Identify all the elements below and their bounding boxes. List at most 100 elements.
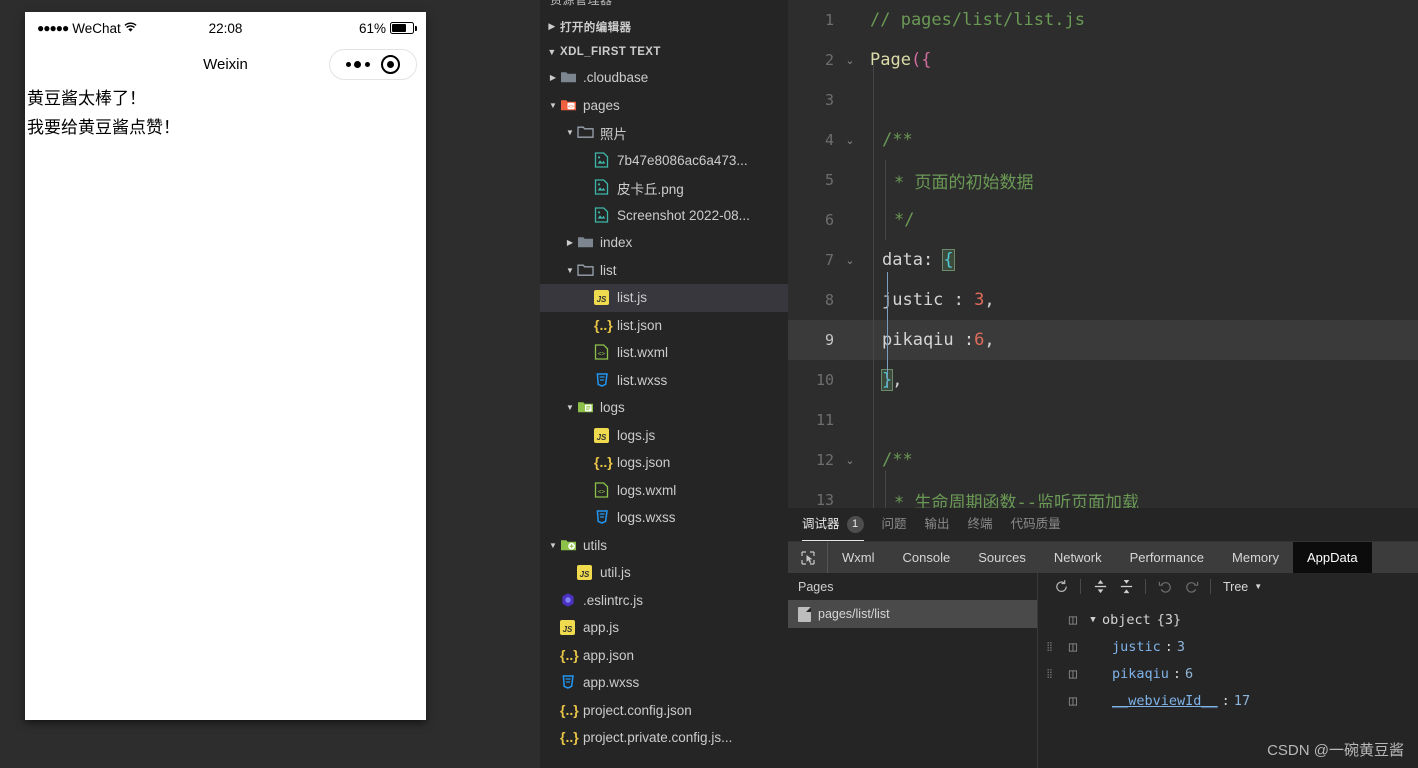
code-line[interactable]: 1 // pages/list/list.js xyxy=(788,0,1418,40)
file-tree-row[interactable]: {..} list.json xyxy=(540,312,788,340)
project-root-section[interactable]: ▼ XDL_FIRST TEXT xyxy=(540,39,788,64)
js-file-glyph: JS xyxy=(594,290,609,306)
file-tree-row[interactable]: ▼ logs xyxy=(540,394,788,422)
file-tree-row[interactable]: ▼ <> pages xyxy=(540,92,788,120)
fold-chevron-icon[interactable]: ⌄ xyxy=(840,54,860,67)
file-tree-row[interactable]: ▶ index xyxy=(540,229,788,257)
chevron-right-icon[interactable]: ▶ xyxy=(546,73,560,82)
cursor-select-icon[interactable] xyxy=(788,542,828,573)
code-line[interactable]: 13 * 生命周期函数--监听页面加载 xyxy=(788,480,1418,508)
appdata-root-row[interactable]: ◫ ▼ object {3} xyxy=(1038,606,1418,633)
devtools-tab[interactable]: Performance xyxy=(1116,542,1218,573)
chevron-down-icon[interactable]: ▼ xyxy=(546,541,560,550)
code-line[interactable]: 12 ⌄ /** xyxy=(788,440,1418,480)
file-tree-row[interactable]: ▼ utils xyxy=(540,532,788,560)
appdata-row[interactable]: ◫ __webviewId__:17 xyxy=(1038,687,1418,714)
file-tree-row[interactable]: {..} project.private.config.js... xyxy=(540,724,788,752)
file-tree-row[interactable]: ▼ 照片 xyxy=(540,119,788,147)
file-tree-row[interactable]: 皮卡丘.png xyxy=(540,174,788,202)
file-tree-row-label: list.js xyxy=(617,290,647,306)
panel-tab[interactable]: 问题 xyxy=(882,508,907,541)
code-line[interactable]: 11 xyxy=(788,400,1418,440)
file-tree-row[interactable]: app.wxss xyxy=(540,669,788,697)
panel-tab-label: 代码质量 xyxy=(1010,517,1061,531)
chevron-down-icon[interactable]: ▼ xyxy=(1084,615,1102,625)
file-tree-row[interactable]: 7b47e8086ac6a473... xyxy=(540,147,788,175)
line-number: 7 xyxy=(824,251,834,269)
undo-icon[interactable] xyxy=(1152,575,1178,599)
file-tree-row-label: list xyxy=(600,262,617,278)
file-tree-row[interactable]: {..} app.json xyxy=(540,642,788,670)
code-line[interactable]: 4 ⌄ /** xyxy=(788,120,1418,160)
redo-icon[interactable] xyxy=(1178,575,1204,599)
chevron-right-icon[interactable]: ▶ xyxy=(563,238,577,247)
fold-chevron-icon[interactable]: ⌄ xyxy=(840,134,860,147)
code-editor[interactable]: 1// pages/list/list.js 2 ⌄ Page({3 4 ⌄/** 5 * 页… xyxy=(788,0,1418,508)
line-number: 1 xyxy=(824,11,834,29)
file-tree-row[interactable]: .eslintrc.js xyxy=(540,587,788,615)
file-tree-row[interactable]: {..} project.config.json xyxy=(540,697,788,725)
file-tree-row[interactable]: JS app.js xyxy=(540,614,788,642)
appdata-row[interactable]: ⣿ ◫ pikaqiu:6 xyxy=(1038,660,1418,687)
file-tree-row-label: list.wxss xyxy=(617,372,668,388)
file-tree-row[interactable]: ▼ list xyxy=(540,257,788,285)
code-line[interactable]: 2 ⌄ Page({ xyxy=(788,40,1418,80)
panel-tab[interactable]: 终端 xyxy=(968,508,993,541)
file-tree-row[interactable]: JS logs.js xyxy=(540,422,788,450)
devtools-tab[interactable]: Sources xyxy=(964,542,1040,573)
file-tree-row[interactable]: list.wxss xyxy=(540,367,788,395)
panel-tab[interactable]: 输出 xyxy=(925,508,950,541)
fold-chevron-icon[interactable]: ⌄ xyxy=(840,254,860,267)
file-tree-row[interactable]: JS list.js xyxy=(540,284,788,312)
file-tree-row[interactable]: ▶ .cloudbase xyxy=(540,64,788,92)
panel-tab-badge: 1 xyxy=(846,515,864,533)
expand-all-icon[interactable] xyxy=(1087,575,1113,599)
more-dots-icon[interactable] xyxy=(345,61,370,68)
chevron-down-icon[interactable]: ▼ xyxy=(563,128,577,137)
appdata-row[interactable]: ⣿ ◫ justic:3 xyxy=(1038,633,1418,660)
devtools-tab[interactable]: Wxml xyxy=(828,542,889,573)
panel-tab-bar: 调试器 1 问题 输出 终端 代码质量 xyxy=(788,508,1418,541)
file-tree-row-label: utils xyxy=(583,537,608,553)
chevron-down-icon[interactable]: ▼ xyxy=(546,101,560,110)
line-number: 8 xyxy=(824,291,834,309)
js-file-glyph: JS xyxy=(577,565,592,581)
file-tree-row[interactable]: logs.wxss xyxy=(540,504,788,532)
collapse-all-icon[interactable] xyxy=(1113,575,1139,599)
code-line[interactable]: 5 * 页面的初始数据 xyxy=(788,160,1418,200)
page-text-line: 黄豆酱太棒了！ xyxy=(27,89,146,108)
view-mode-select[interactable]: Tree ▼ xyxy=(1223,580,1262,594)
folder-open-glyph xyxy=(577,126,594,139)
code-line[interactable]: 7 ⌄ data: { xyxy=(788,240,1418,280)
drag-handle-icon[interactable]: ⣿ xyxy=(1038,669,1062,679)
js-file-glyph: JS xyxy=(560,620,575,636)
refresh-icon[interactable] xyxy=(1048,575,1074,599)
devtools-tab[interactable]: Memory xyxy=(1218,542,1293,573)
panel-tab[interactable]: 代码质量 xyxy=(1011,508,1061,541)
code-line[interactable]: 9 pikaqiu :6, xyxy=(788,320,1418,360)
file-tree-row[interactable]: Screenshot 2022-08... xyxy=(540,202,788,230)
drag-handle-icon[interactable]: ⣿ xyxy=(1038,642,1062,652)
fold-chevron-icon[interactable]: ⌄ xyxy=(840,454,860,467)
capsule-button-group[interactable] xyxy=(329,49,417,80)
project-root-label: XDL_FIRST TEXT xyxy=(560,45,661,58)
code-line[interactable]: 6 */ xyxy=(788,200,1418,240)
pages-list-item[interactable]: pages/list/list xyxy=(788,600,1037,628)
chevron-down-icon[interactable]: ▼ xyxy=(563,266,577,275)
devtools-tab[interactable]: AppData xyxy=(1292,542,1372,573)
code-line[interactable]: 10}, xyxy=(788,360,1418,400)
file-tree-row[interactable]: <> list.wxml xyxy=(540,339,788,367)
chevron-down-icon[interactable]: ▼ xyxy=(563,403,577,412)
code-line[interactable]: 3 xyxy=(788,80,1418,120)
wifi-icon xyxy=(124,21,137,36)
file-tree-row[interactable]: <> logs.wxml xyxy=(540,477,788,505)
devtools-tab[interactable]: Network xyxy=(1040,542,1116,573)
file-tree-row[interactable]: {..} logs.json xyxy=(540,449,788,477)
open-editors-section[interactable]: ▶ 打开的编辑器 xyxy=(540,14,788,39)
devtools-tab[interactable]: Console xyxy=(889,542,965,573)
file-tree-row[interactable]: JS util.js xyxy=(540,559,788,587)
phone-simulator[interactable]: ●●●●● WeChat 22:08 61% Weixin 黄豆酱太棒了！ 我要… xyxy=(25,12,426,720)
target-circle-icon[interactable] xyxy=(381,55,401,74)
code-line[interactable]: 8 justic : 3, xyxy=(788,280,1418,320)
panel-tab[interactable]: 调试器 1 xyxy=(802,508,864,541)
